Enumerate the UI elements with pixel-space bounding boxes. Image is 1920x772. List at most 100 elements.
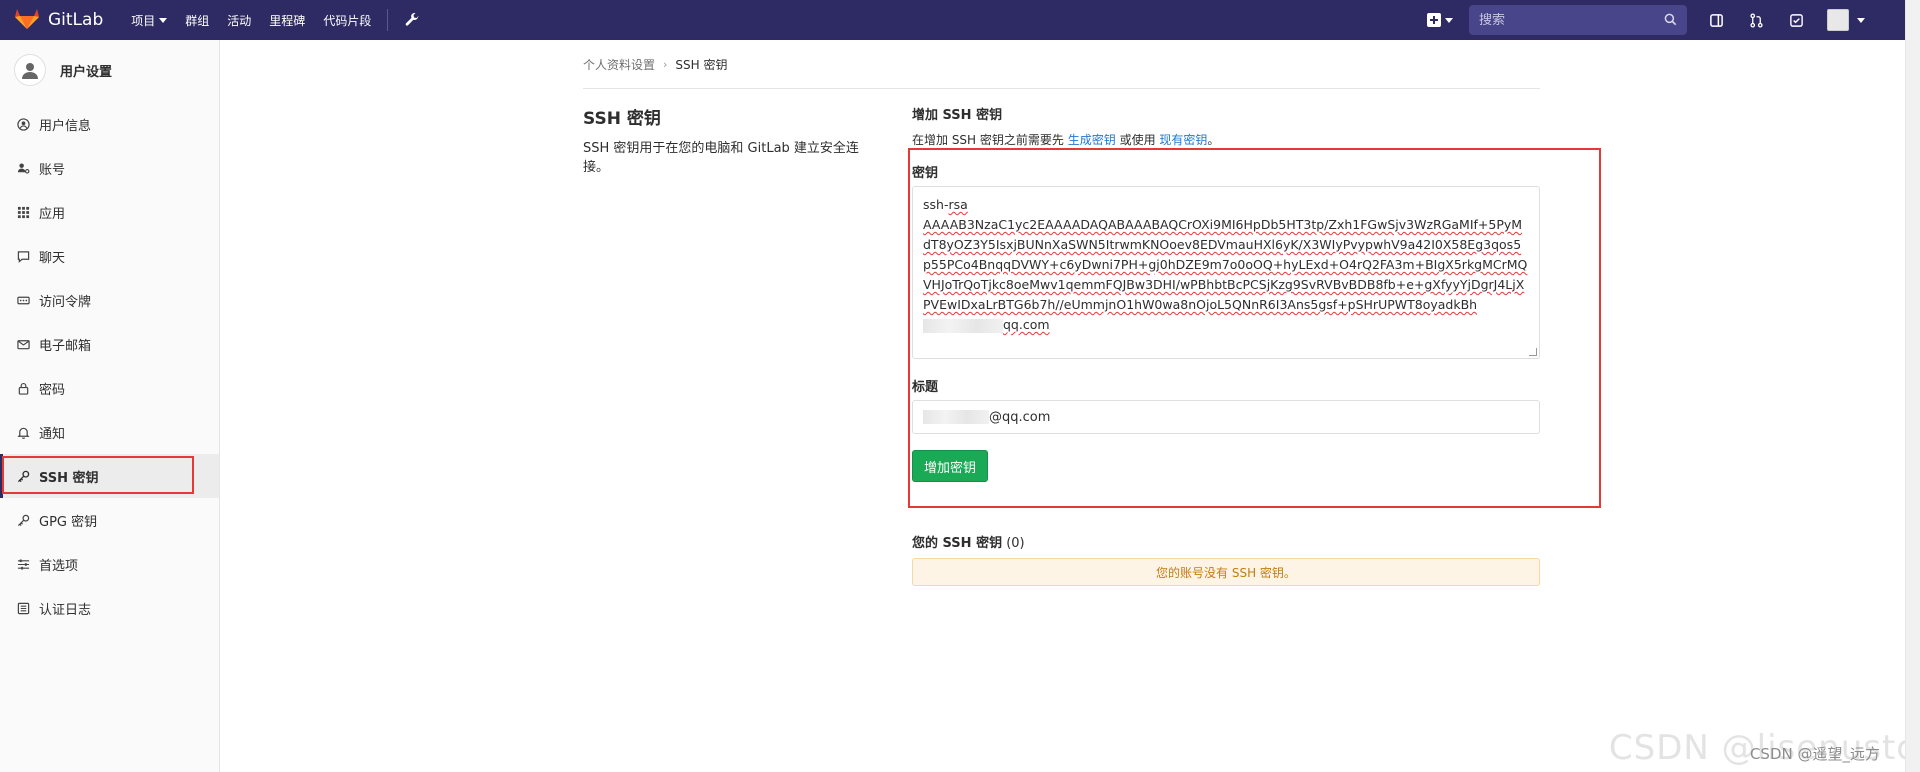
sidebar-item-gpg-keys[interactable]: GPG 密钥 <box>0 498 219 542</box>
resize-handle-icon[interactable] <box>1529 348 1537 356</box>
existing-key-link[interactable]: 现有密钥 <box>1159 133 1207 147</box>
sidebar-item-chat[interactable]: 聊天 <box>0 234 219 278</box>
chevron-down-icon <box>1445 17 1453 23</box>
nav-activity[interactable]: 活动 <box>227 12 251 29</box>
sidebar-item-label: GPG 密钥 <box>39 514 98 530</box>
key-comment: qq.com <box>1003 317 1050 332</box>
bell-icon <box>16 425 30 439</box>
key-type: rsa <box>948 197 968 212</box>
sidebar-item-label: 通知 <box>39 426 66 442</box>
hint-middle: 或使用 <box>1119 133 1156 147</box>
key-icon <box>16 513 30 527</box>
nav-snippets[interactable]: 代码片段 <box>323 12 371 29</box>
key-field-label: 密钥 <box>912 166 939 181</box>
sidebar-item-access-tokens[interactable]: 访问令牌 <box>0 278 219 322</box>
sidebar-item-label: 聊天 <box>39 250 66 266</box>
sidebar-item-notifications[interactable]: 通知 <box>0 410 219 454</box>
lock-icon <box>16 381 30 395</box>
section-description: SSH 密钥用于在您的电脑和 GitLab 建立安全连接。 <box>583 141 859 175</box>
sidebar-item-label: 认证日志 <box>39 602 92 618</box>
wrench-icon[interactable] <box>404 12 420 28</box>
sidebar-item-label: 用户信息 <box>39 118 92 134</box>
breadcrumb-profile-settings[interactable]: 个人资料设置 <box>583 56 655 73</box>
user-avatar-icon <box>14 54 46 86</box>
plus-square-icon <box>1427 13 1441 27</box>
sidebar-item-account[interactable]: 账号 <box>0 146 219 190</box>
todo-check-icon[interactable] <box>1787 11 1805 29</box>
sidebar-item-applications[interactable]: 应用 <box>0 190 219 234</box>
account-gears-icon <box>16 161 30 175</box>
sidebar-item-label: 密码 <box>39 382 66 398</box>
watermark-small: CSDN @遥望_远方 <box>1749 745 1880 763</box>
title-field-label: 标题 <box>912 380 939 395</box>
chevron-down-icon <box>159 17 168 23</box>
apps-grid-icon <box>16 205 30 219</box>
title-value: @qq.com <box>989 409 1051 425</box>
content-divider <box>583 88 1540 89</box>
search-input[interactable] <box>1479 12 1664 28</box>
page-scrollbar[interactable] <box>1905 0 1920 772</box>
sidebar-title: 用户设置 <box>60 64 113 80</box>
merge-request-icon[interactable] <box>1747 11 1765 29</box>
page-title: SSH 密钥 <box>583 109 661 129</box>
nav-projects[interactable]: 项目 <box>131 12 168 29</box>
sidebar-toggle-icon[interactable] <box>1707 11 1725 29</box>
redacted-blur <box>923 318 1003 333</box>
avatar-icon <box>1827 9 1849 31</box>
brand-link[interactable]: GitLab <box>14 0 103 40</box>
sidebar-item-label: 电子邮箱 <box>39 338 92 354</box>
nav-groups[interactable]: 群组 <box>185 12 209 29</box>
chat-bubble-icon <box>16 249 30 263</box>
no-keys-notice: 您的账号没有 SSH 密钥。 <box>912 558 1540 586</box>
sidebar-item-label: 应用 <box>39 206 66 222</box>
breadcrumb: 个人资料设置 › SSH 密钥 <box>583 56 728 73</box>
sidebar-item-preferences[interactable]: 首选项 <box>0 542 219 586</box>
key-prefix: ssh- <box>923 197 949 212</box>
user-circle-icon <box>16 117 30 131</box>
your-keys-heading: 您的 SSH 密钥 (0) <box>912 532 1025 551</box>
token-icon <box>16 293 30 307</box>
ssh-keys-highlight-box <box>2 456 194 494</box>
generate-key-link[interactable]: 生成密钥 <box>1068 133 1116 147</box>
sidebar-item-password[interactable]: 密码 <box>0 366 219 410</box>
nav-milestones-label: 里程碑 <box>269 13 306 28</box>
add-ssh-key-header: 增加 SSH 密钥 在增加 SSH 密钥之前需要先 生成密钥 或使用 现有密钥。 <box>912 104 1540 148</box>
new-item-dropdown[interactable] <box>1427 13 1453 27</box>
hint-suffix: 。 <box>1207 133 1220 147</box>
sidebar-item-label: 首选项 <box>39 558 79 574</box>
sidebar-item-profile[interactable]: 用户信息 <box>0 102 219 146</box>
key-textarea[interactable]: ssh-rsa AAAAB3NzaC1yc2EAAAADAQABAAABAQCr… <box>912 186 1540 359</box>
search-icon[interactable] <box>1664 11 1677 30</box>
nav-groups-label: 群组 <box>185 13 210 28</box>
add-key-heading: 增加 SSH 密钥 <box>912 108 1003 123</box>
brand-name: GitLab <box>48 10 104 30</box>
nav-activity-label: 活动 <box>227 13 252 28</box>
nav-divider <box>387 9 389 31</box>
chevron-down-icon <box>1857 17 1865 23</box>
sidebar-header[interactable]: 用户设置 <box>0 40 219 100</box>
sidebar-item-emails[interactable]: 电子邮箱 <box>0 322 219 366</box>
gitlab-logo-icon <box>14 6 40 34</box>
settings-sidebar: 用户设置 用户信息 账号 应用 聊天 访问令牌 电子邮箱 密码 通知 SSH 密… <box>0 40 220 772</box>
nav-milestones[interactable]: 里程碑 <box>269 12 305 29</box>
key-body: AAAAB3NzaC1yc2EAAAADAQABAAABAQCrOXi9MI6H… <box>923 217 1528 312</box>
sidebar-item-label: 账号 <box>39 162 66 178</box>
mail-icon <box>16 337 30 351</box>
breadcrumb-ssh-keys[interactable]: SSH 密钥 <box>675 56 727 73</box>
sliders-icon <box>16 557 30 571</box>
add-key-button[interactable]: 增加密钥 <box>912 450 989 482</box>
redacted-blur <box>923 410 989 424</box>
keys-count: (0) <box>1006 536 1025 551</box>
top-navbar: GitLab 项目 群组 活动 里程碑 代码片段 <box>0 0 1905 40</box>
hint-prefix: 在增加 SSH 密钥之前需要先 <box>912 133 1064 147</box>
section-info: SSH 密钥 SSH 密钥用于在您的电脑和 GitLab 建立安全连接。 <box>583 104 873 177</box>
sidebar-item-authentication-log[interactable]: 认证日志 <box>0 586 219 630</box>
nav-projects-label: 项目 <box>131 13 156 28</box>
search-box <box>1469 5 1687 35</box>
add-key-hint: 在增加 SSH 密钥之前需要先 生成密钥 或使用 现有密钥。 <box>912 131 1540 148</box>
log-list-icon <box>16 601 30 615</box>
keys-title-text: 您的 SSH 密钥 <box>912 536 1003 551</box>
nav-snippets-label: 代码片段 <box>323 13 372 28</box>
title-input[interactable]: @qq.com <box>912 400 1540 434</box>
user-menu[interactable] <box>1827 9 1865 31</box>
